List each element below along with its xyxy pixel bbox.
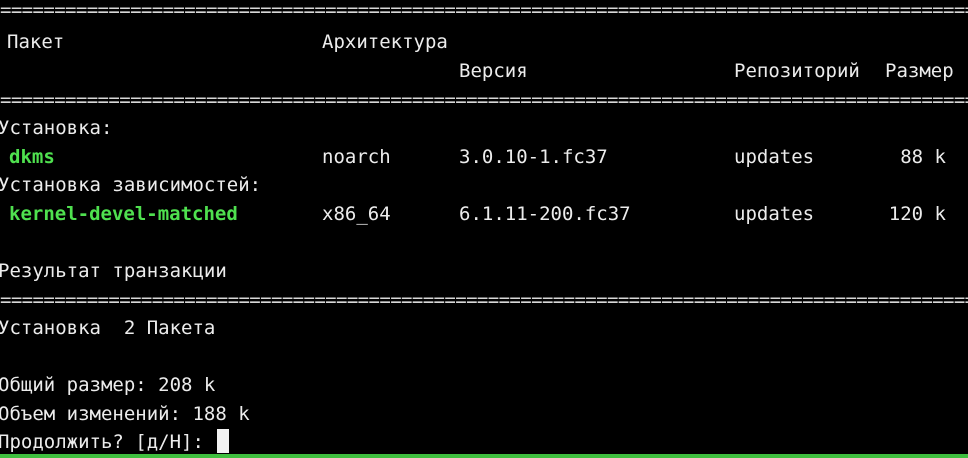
total-size-line: Общий размер: 208 k [0, 374, 216, 396]
active-window-indicator [0, 454, 968, 458]
package-version: 6.1.11-200.fc37 [459, 203, 631, 225]
package-arch: x86_64 [322, 203, 391, 225]
package-name: dkms [9, 146, 55, 168]
table-header-row-2: Версия Репозиторий Размер [0, 57, 954, 85]
package-repo: updates [734, 203, 815, 225]
separator-summary: ========================================… [0, 289, 968, 311]
header-size: Размер [885, 60, 954, 82]
install-count-line: Установка 2 Пакета [0, 317, 216, 339]
text-cursor[interactable] [217, 429, 230, 453]
header-package: Пакет [7, 31, 65, 53]
table-row: dkms noarch 3.0.10-1.fc37 updates 88 k [0, 143, 946, 171]
section-title-dependencies: Установка зависимостей: [0, 174, 262, 196]
confirm-prompt-line[interactable]: Продолжить? [д/Н]: [0, 428, 230, 454]
section-title-install: Установка: [0, 117, 113, 139]
package-name: kernel-devel-matched [9, 203, 238, 225]
separator-header: ========================================… [0, 89, 968, 111]
terminal-window[interactable]: ========================================… [0, 0, 968, 454]
table-header-row-1: Пакет Архитектура [0, 28, 448, 56]
header-architecture: Архитектура [322, 31, 448, 53]
table-row: kernel-devel-matched x86_64 6.1.11-200.f… [0, 200, 946, 228]
package-arch: noarch [322, 146, 391, 168]
package-size: 88 k [900, 146, 946, 168]
confirm-prompt: Продолжить? [д/Н]: [0, 431, 216, 453]
separator-top: ========================================… [0, 0, 968, 21]
package-repo: updates [734, 146, 815, 168]
transaction-summary-title: Результат транзакции [0, 260, 227, 282]
package-size: 120 k [888, 203, 946, 225]
package-version: 3.0.10-1.fc37 [459, 146, 608, 168]
header-repository: Репозиторий [734, 60, 860, 82]
header-version: Версия [459, 60, 528, 82]
installed-size-line: Объем изменений: 188 k [0, 403, 250, 425]
